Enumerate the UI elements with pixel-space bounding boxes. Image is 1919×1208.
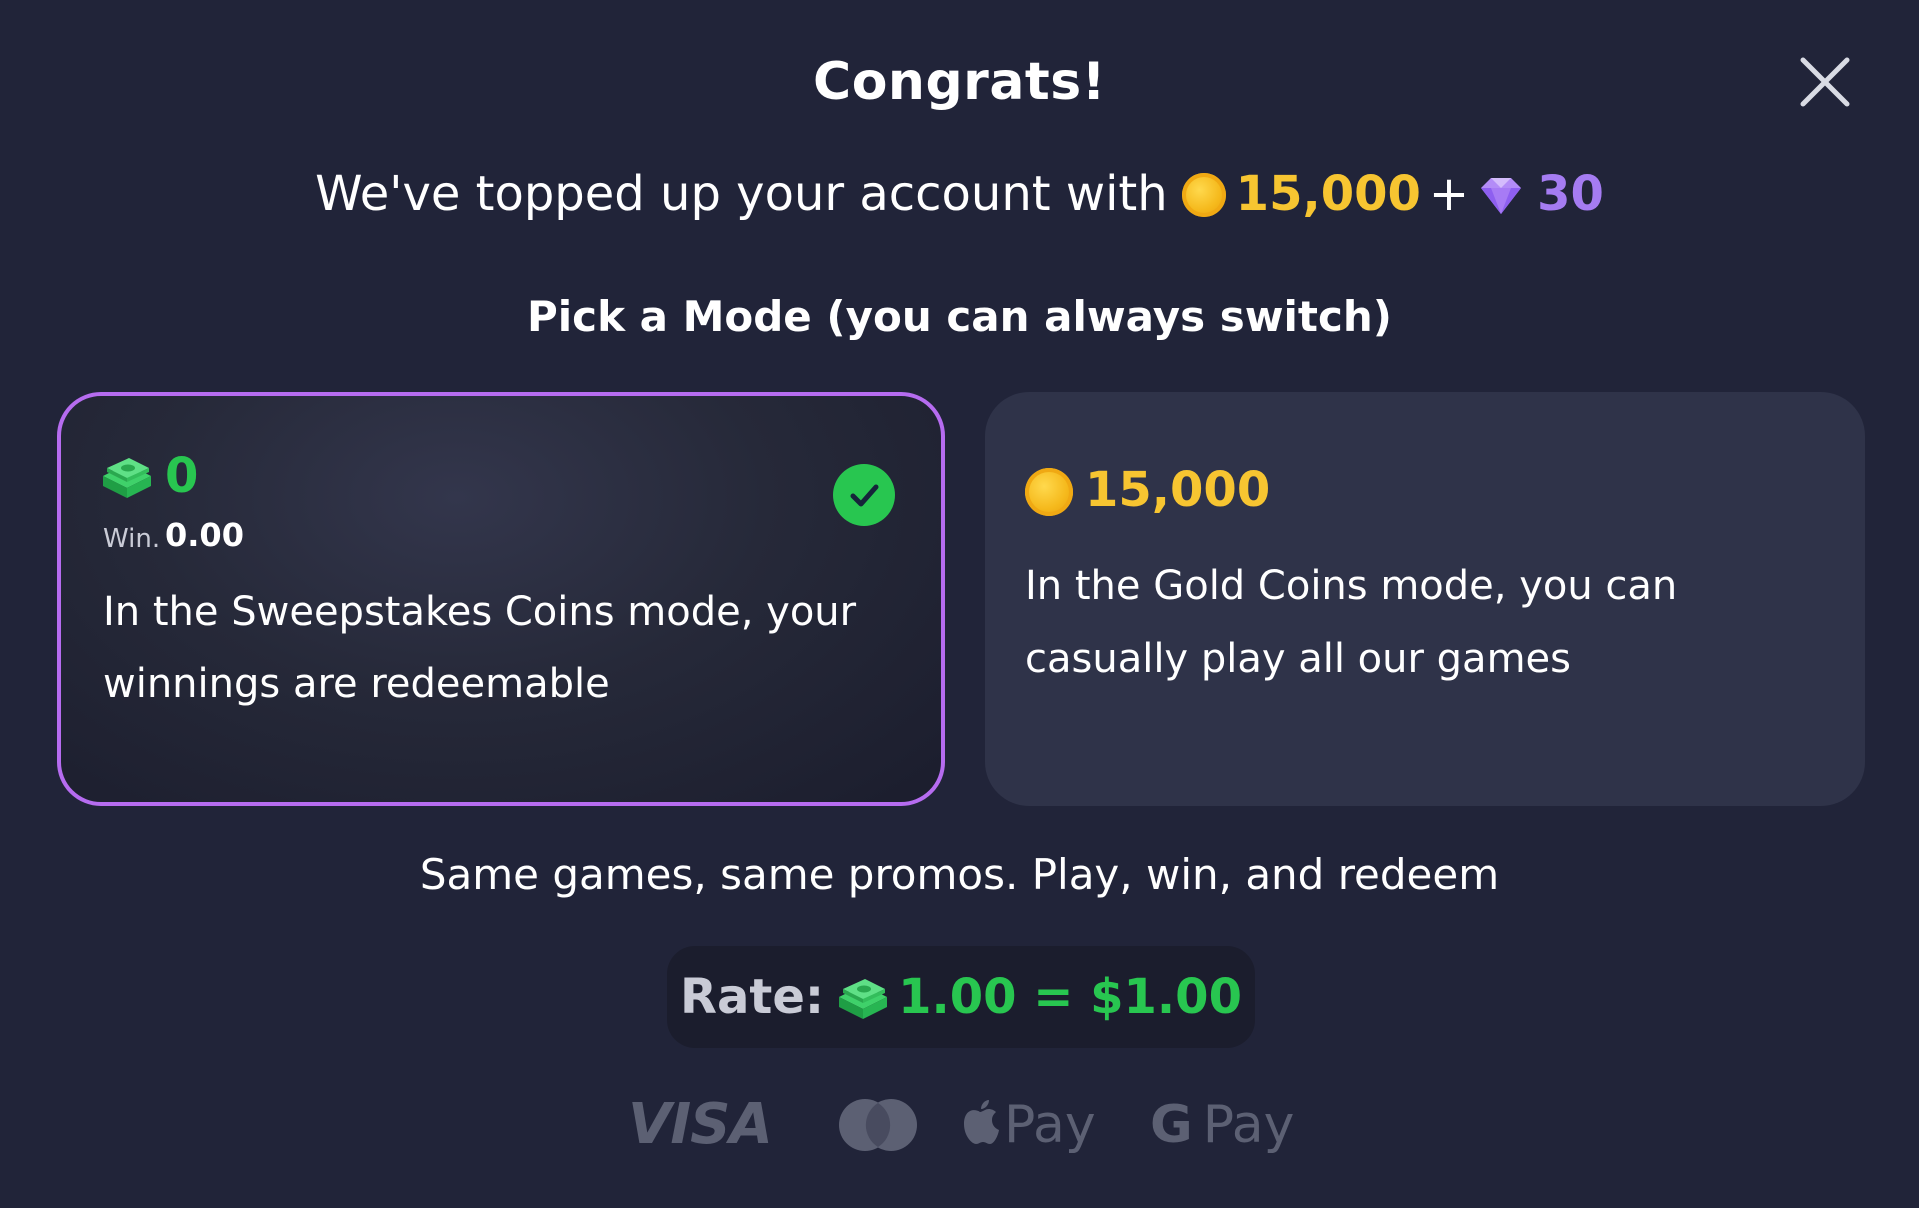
google-g-icon: G bbox=[1150, 1095, 1193, 1155]
gold-coins-amount: 15,000 bbox=[1085, 462, 1271, 518]
sweepstakes-amount: 0 bbox=[165, 448, 199, 504]
mastercard-icon bbox=[836, 1096, 920, 1154]
gem-icon bbox=[1477, 176, 1525, 216]
close-icon bbox=[1800, 57, 1850, 107]
google-pay-text: Pay bbox=[1202, 1095, 1295, 1155]
apple-pay-logo: Pay bbox=[960, 1090, 1096, 1160]
rate-label: Rate: bbox=[680, 969, 825, 1025]
topup-message: We've topped up your account with 15,000 +… bbox=[0, 160, 1919, 228]
apple-icon bbox=[960, 1098, 1000, 1146]
apple-pay-text: Pay bbox=[1004, 1095, 1096, 1155]
mode-select-dialog: Congrats! We've topped up your account w… bbox=[0, 0, 1919, 1208]
tagline: Same games, same promos. Play, win, and … bbox=[419, 850, 1500, 899]
gold-coin-icon bbox=[1181, 173, 1226, 217]
pick-mode-heading: Pick a Mode (you can always switch) bbox=[527, 292, 1392, 341]
sweepstakes-cash-icon bbox=[836, 975, 890, 1021]
close-button[interactable] bbox=[1795, 52, 1855, 112]
rate-badge: Rate: 1.00 = $1.00 bbox=[667, 946, 1255, 1048]
win-value: 0.00 bbox=[165, 516, 244, 554]
gold-coin-icon bbox=[1025, 468, 1073, 516]
topup-plus: + bbox=[1428, 166, 1470, 222]
sweepstakes-description: In the Sweepstakes Coins mode, your winn… bbox=[103, 589, 857, 707]
selected-check-icon bbox=[833, 464, 895, 526]
win-label: Win. bbox=[103, 524, 161, 554]
google-pay-logo: G Pay bbox=[1150, 1090, 1294, 1160]
dialog-title: Congrats! bbox=[813, 52, 1106, 112]
topup-gem-amount: 30 bbox=[1537, 166, 1604, 222]
topup-prefix: We've topped up your account with bbox=[315, 166, 1168, 222]
gold-coins-description: In the Gold Coins mode, you can casually… bbox=[1025, 563, 1678, 682]
payment-methods: VISA Pay G Pay bbox=[620, 1090, 1300, 1160]
gold-coins-mode-card[interactable]: 15,000 In the Gold Coins mode, you can c… bbox=[985, 392, 1865, 806]
rate-value: 1.00 = $1.00 bbox=[898, 969, 1242, 1025]
visa-logo: VISA bbox=[628, 1092, 773, 1157]
sweepstakes-cash-icon bbox=[101, 454, 153, 500]
sweepstakes-mode-card[interactable]: 0 Win. 0.00 In the Sweepstakes Coins mod… bbox=[57, 392, 945, 806]
topup-gold-amount: 15,000 bbox=[1235, 166, 1421, 222]
